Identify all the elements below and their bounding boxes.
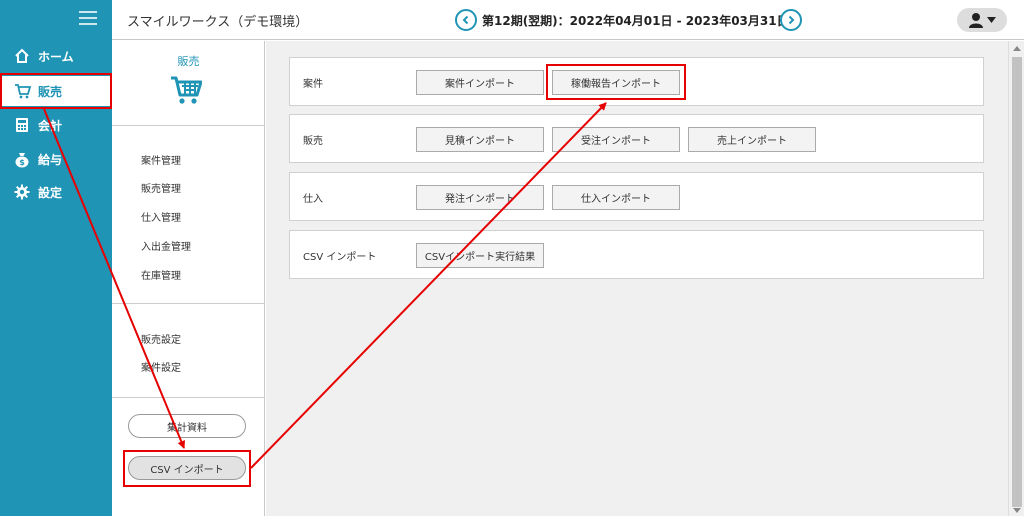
csv-import-result-button[interactable]: CSVインポート実行結果 xyxy=(416,243,544,268)
fiscal-period: 第12期(翌期)：2022年04月01日 - 2023年03月31日 xyxy=(482,14,789,28)
work-report-import-button[interactable]: 稼働報告インポート xyxy=(552,70,680,95)
section-label: 仕入 xyxy=(303,194,323,205)
header: スマイルワークス（デモ環境） 第12期(翌期)：2022年04月01日 - 20… xyxy=(112,0,1024,40)
nav-item-home[interactable]: ホーム xyxy=(0,41,112,71)
chevron-right-icon xyxy=(788,15,795,25)
user-icon xyxy=(969,13,983,28)
caret-down-icon xyxy=(987,17,996,23)
divider xyxy=(112,125,265,126)
purchase-order-import-button[interactable]: 発注インポート xyxy=(416,185,544,210)
section-label: 販売 xyxy=(303,136,323,147)
divider xyxy=(112,303,265,304)
report-button[interactable]: 集計資料 xyxy=(128,414,246,438)
scrollbar[interactable] xyxy=(1008,41,1024,516)
link-project-settings[interactable]: 案件設定 xyxy=(141,359,181,374)
scroll-down-icon[interactable] xyxy=(1013,508,1021,513)
link-sales-settings[interactable]: 販売設定 xyxy=(141,331,181,346)
section-label: CSV インポート xyxy=(303,252,377,263)
sales-import-button[interactable]: 売上インポート xyxy=(688,127,816,152)
section-project: 案件 案件インポート 稼働報告インポート xyxy=(289,57,984,106)
period-prev-button[interactable] xyxy=(455,9,477,31)
nav-item-settings[interactable]: 設定 xyxy=(0,177,112,207)
section-sales: 販売 見積インポート 受注インポート 売上インポート xyxy=(289,114,984,163)
nav-item-sales[interactable]: 販売 xyxy=(0,76,112,106)
hamburger-menu-icon[interactable] xyxy=(79,11,97,25)
sub-sidebar-title: 販売 xyxy=(177,55,200,68)
shopping-cart-icon xyxy=(170,74,203,109)
section-label: 案件 xyxy=(303,79,323,90)
divider xyxy=(112,397,265,398)
link-inventory-management[interactable]: 在庫管理 xyxy=(141,267,181,282)
estimate-import-button[interactable]: 見積インポート xyxy=(416,127,544,152)
main-content: 案件 案件インポート 稼働報告インポート 販売 見積インポート 受注インポート … xyxy=(266,41,1024,516)
nav-item-label: ホーム xyxy=(38,49,74,64)
purchase-import-button[interactable]: 仕入インポート xyxy=(552,185,680,210)
calculator-icon xyxy=(13,116,31,134)
scroll-up-icon[interactable] xyxy=(1013,46,1021,51)
cart-icon xyxy=(13,82,31,100)
sub-sidebar: 販売 案件管理 販売管理 仕入管理 入出金管理 在庫管理 販売設定 案件設定 集… xyxy=(112,41,265,516)
project-import-button[interactable]: 案件インポート xyxy=(416,70,544,95)
nav-item-accounting[interactable]: 会計 xyxy=(0,110,112,140)
gear-icon xyxy=(13,183,31,201)
nav-item-payroll[interactable]: $ 給与 xyxy=(0,144,112,174)
nav-item-label: 設定 xyxy=(38,185,63,200)
period-next-button[interactable] xyxy=(780,9,802,31)
nav-item-label: 会計 xyxy=(38,118,63,133)
section-csv-import: CSV インポート CSVインポート実行結果 xyxy=(289,230,984,279)
left-nav: ホーム 販売 会計 $ 給与 設定 xyxy=(0,0,112,516)
money-bag-icon: $ xyxy=(13,150,31,168)
link-purchase-management[interactable]: 仕入管理 xyxy=(141,209,181,224)
nav-item-label: 販売 xyxy=(38,84,63,99)
app-title: スマイルワークス（デモ環境） xyxy=(127,15,309,30)
home-icon xyxy=(13,47,31,65)
nav-item-label: 給与 xyxy=(38,152,63,167)
chevron-left-icon xyxy=(462,15,469,25)
user-menu-button[interactable] xyxy=(957,8,1007,32)
link-project-management[interactable]: 案件管理 xyxy=(141,152,181,167)
svg-text:$: $ xyxy=(19,158,25,167)
order-import-button[interactable]: 受注インポート xyxy=(552,127,680,152)
csv-import-button[interactable]: CSV インポート xyxy=(128,456,246,480)
link-sales-management[interactable]: 販売管理 xyxy=(141,180,181,195)
scrollbar-thumb[interactable] xyxy=(1012,57,1022,507)
section-purchase: 仕入 発注インポート 仕入インポート xyxy=(289,172,984,221)
link-payment-management[interactable]: 入出金管理 xyxy=(141,238,191,253)
